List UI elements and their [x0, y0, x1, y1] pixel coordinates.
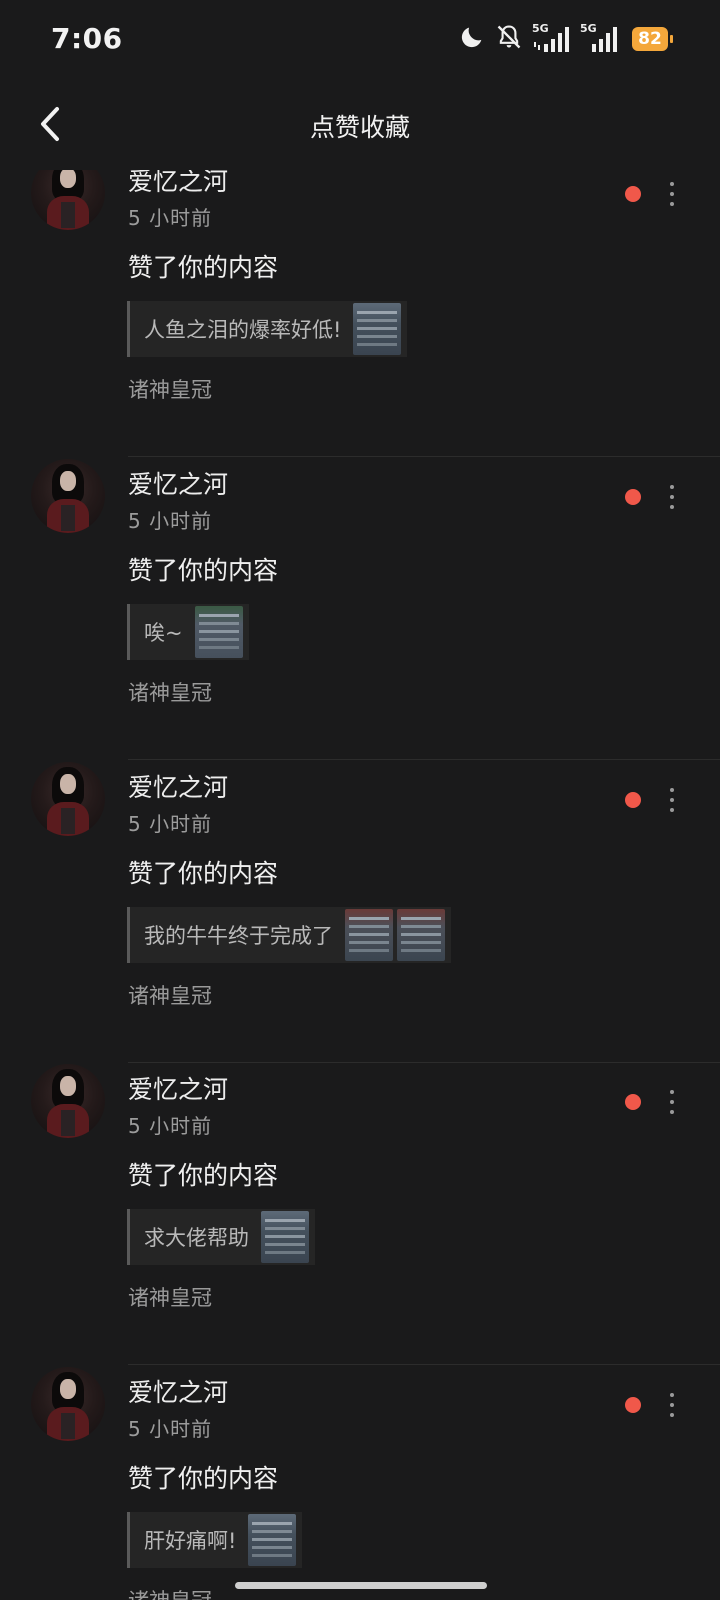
content-text: 求大佬帮助	[144, 1226, 249, 1250]
username[interactable]: 爱忆之河	[128, 1373, 228, 1409]
time-ago: 5 小时前	[128, 1114, 213, 1138]
time-ago: 5 小时前	[128, 1417, 213, 1441]
content-text: 人鱼之泪的爆率好低!	[144, 318, 342, 342]
quoted-content[interactable]: 肝好痛啊!	[127, 1512, 303, 1568]
unread-dot	[625, 1094, 641, 1110]
more-options-icon[interactable]	[662, 481, 682, 513]
time-ago: 5 小时前	[128, 509, 213, 533]
action-text: 赞了你的内容	[128, 859, 279, 888]
action-text: 赞了你的内容	[128, 556, 279, 585]
action-text: 赞了你的内容	[128, 1161, 279, 1190]
more-options-icon[interactable]	[662, 1389, 682, 1421]
avatar[interactable]	[31, 1367, 105, 1441]
username[interactable]: 爱忆之河	[128, 1070, 228, 1106]
avatar[interactable]	[31, 459, 105, 533]
divider	[128, 1062, 720, 1063]
divider	[128, 1364, 720, 1365]
content-thumbnail[interactable]	[397, 909, 445, 961]
action-text: 赞了你的内容	[128, 253, 279, 282]
page-title: 点赞收藏	[309, 113, 410, 142]
content-text: 我的牛牛终于完成了	[144, 924, 333, 948]
category-label[interactable]: 诸神皇冠	[128, 980, 212, 1010]
quoted-content[interactable]: 求大佬帮助	[127, 1209, 315, 1265]
username[interactable]: 爱忆之河	[128, 768, 228, 804]
time-ago: 5 小时前	[128, 206, 213, 230]
content-text: 唉~	[144, 621, 183, 645]
category-label[interactable]: 诸神皇冠	[128, 1282, 212, 1312]
content-thumbnail[interactable]	[261, 1211, 309, 1263]
notification-list[interactable]: 爱忆之河 5 小时前 赞了你的内容 人鱼之泪的爆率好低! 诸神皇冠 爱忆之河 5…	[0, 0, 720, 1600]
quoted-content[interactable]: 唉~	[127, 604, 249, 660]
content-thumbnail[interactable]	[345, 909, 393, 961]
unread-dot	[625, 489, 641, 505]
time-ago: 5 小时前	[128, 812, 213, 836]
avatar[interactable]	[31, 762, 105, 836]
category-label[interactable]: 诸神皇冠	[128, 677, 212, 707]
more-options-icon[interactable]	[662, 784, 682, 816]
list-item[interactable]: 爱忆之河 5 小时前 赞了你的内容 人鱼之泪的爆率好低! 诸神皇冠	[0, 156, 720, 458]
list-item[interactable]: 爱忆之河 5 小时前 赞了你的内容 我的牛牛终于完成了 诸神皇冠	[0, 762, 720, 1064]
avatar[interactable]	[31, 1064, 105, 1138]
quoted-content[interactable]: 我的牛牛终于完成了	[127, 907, 451, 963]
divider	[128, 759, 720, 760]
content-thumbnail[interactable]	[353, 303, 402, 355]
username[interactable]: 爱忆之河	[128, 465, 228, 501]
list-item[interactable]: 爱忆之河 5 小时前 赞了你的内容 求大佬帮助 诸神皇冠	[0, 1064, 720, 1366]
more-options-icon[interactable]	[662, 1086, 682, 1118]
category-label[interactable]: 诸神皇冠	[128, 374, 212, 404]
header: 点赞收藏	[0, 80, 720, 170]
unread-dot	[625, 792, 641, 808]
unread-dot	[625, 186, 641, 202]
more-options-icon[interactable]	[662, 178, 682, 210]
category-label[interactable]: 诸神皇冠	[128, 1585, 212, 1600]
content-thumbnail[interactable]	[248, 1514, 297, 1566]
content-text: 肝好痛啊!	[144, 1529, 237, 1553]
divider	[128, 456, 720, 457]
list-item[interactable]: 爱忆之河 5 小时前 赞了你的内容 肝好痛啊! 诸神皇冠	[0, 1367, 720, 1600]
quoted-content[interactable]: 人鱼之泪的爆率好低!	[127, 301, 408, 357]
list-item[interactable]: 爱忆之河 5 小时前 赞了你的内容 唉~ 诸神皇冠	[0, 459, 720, 761]
home-indicator[interactable]	[235, 1582, 487, 1589]
content-thumbnail[interactable]	[194, 606, 243, 658]
unread-dot	[625, 1397, 641, 1413]
action-text: 赞了你的内容	[128, 1464, 279, 1493]
